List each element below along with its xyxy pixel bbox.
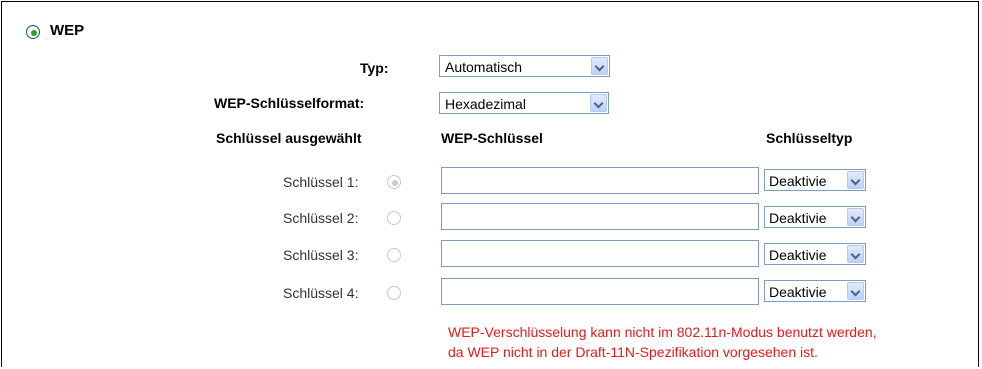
key1-type-value: Deaktivie — [769, 173, 827, 189]
key3-type-value: Deaktivie — [769, 247, 827, 263]
chevron-down-icon — [590, 94, 607, 112]
key2-type-value: Deaktivie — [769, 210, 827, 226]
header-key: WEP-Schlüssel — [441, 130, 543, 146]
key2-radio[interactable] — [387, 211, 401, 225]
wep-warning-note: WEP-Verschlüsselung kann nicht im 802.11… — [448, 322, 877, 362]
chevron-down-icon — [847, 245, 864, 263]
key1-type-select[interactable]: Deaktivie — [764, 169, 866, 191]
key1-radio[interactable] — [387, 175, 401, 189]
wep-settings-panel: WEP Typ: Automatisch WEP-Schlüsselformat… — [1, 1, 979, 367]
chevron-down-icon — [847, 208, 864, 226]
format-select[interactable]: Hexadezimal — [439, 92, 609, 114]
key3-type-select[interactable]: Deaktivie — [764, 243, 866, 265]
wep-warning-line2: da WEP nicht in der Draft-11N-Spezifikat… — [448, 344, 818, 360]
wep-warning-line1: WEP-Verschlüsselung kann nicht im 802.11… — [448, 324, 877, 340]
key4-input[interactable] — [441, 278, 759, 305]
typ-label: Typ: — [360, 60, 389, 76]
wep-title: WEP — [50, 22, 85, 39]
header-type: Schlüsseltyp — [766, 130, 853, 146]
key3-radio[interactable] — [387, 248, 401, 262]
chevron-down-icon — [847, 171, 864, 189]
wep-radio[interactable] — [26, 25, 40, 39]
chevron-down-icon — [591, 57, 608, 75]
key2-input[interactable] — [441, 203, 759, 230]
key3-label: Schlüssel 3: — [283, 247, 359, 263]
key4-type-value: Deaktivie — [769, 284, 827, 300]
key3-input[interactable] — [441, 240, 759, 267]
key4-type-select[interactable]: Deaktivie — [764, 280, 866, 302]
key4-label: Schlüssel 4: — [283, 285, 359, 301]
header-selected: Schlüssel ausgewählt — [216, 130, 362, 146]
format-value: Hexadezimal — [445, 96, 526, 112]
chevron-down-icon — [847, 282, 864, 300]
format-label: WEP-Schlüsselformat: — [214, 95, 365, 111]
key1-input[interactable] — [441, 167, 759, 194]
typ-value: Automatisch — [445, 59, 523, 75]
typ-select[interactable]: Automatisch — [439, 55, 610, 77]
key2-type-select[interactable]: Deaktivie — [764, 206, 866, 228]
key4-radio[interactable] — [387, 286, 401, 300]
key2-label: Schlüssel 2: — [283, 210, 359, 226]
key1-label: Schlüssel 1: — [283, 174, 359, 190]
